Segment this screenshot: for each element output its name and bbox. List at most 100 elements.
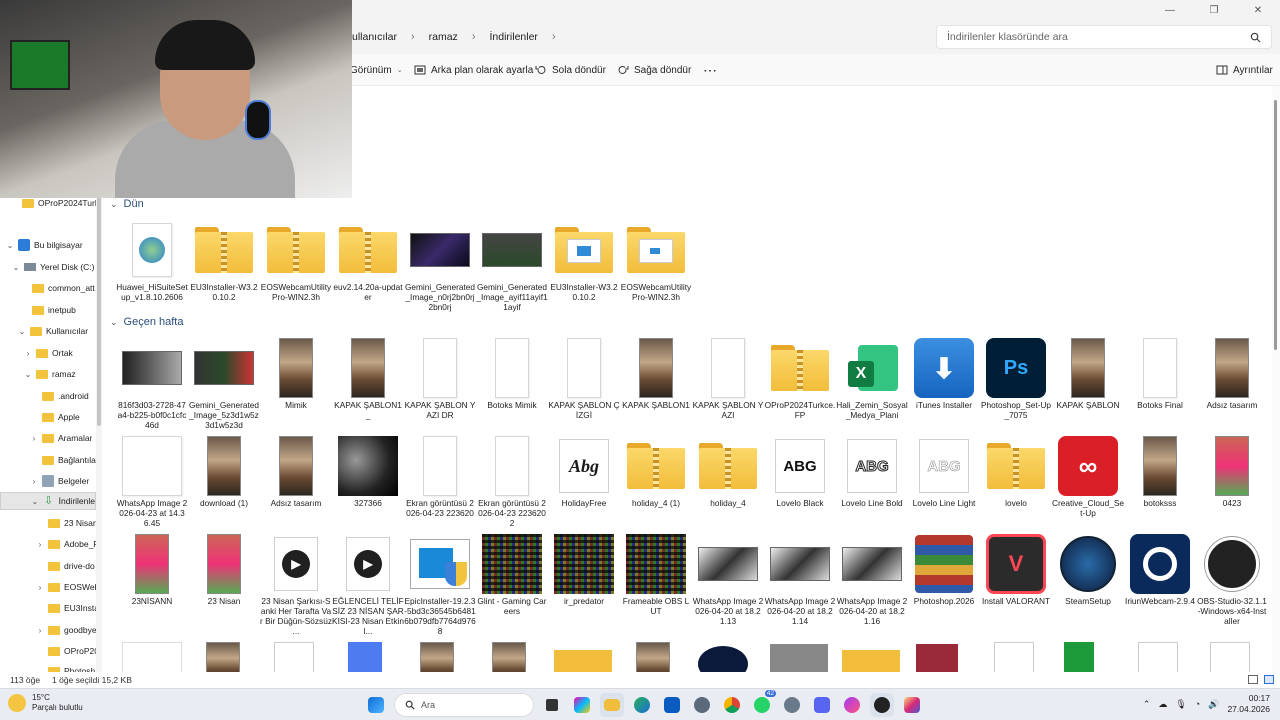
sidebar-item-23-nisan[interactable]: 23 Nisan [48,514,98,532]
file-item[interactable]: Gemini_Generated_Image_ayif11ayif11ayif [476,216,548,312]
sidebar-item-android[interactable]: .android [42,387,89,405]
file-item[interactable]: Botoks Final [1124,334,1196,430]
file-item[interactable]: WhatsApp Image 2026-04-20 at 18.21.13 [692,530,764,626]
file-item[interactable]: KAPAK ŞABLON ÇİZGİ [548,334,620,430]
sidebar-item-eosweb[interactable]: › EOSWeb [36,578,100,596]
close-button[interactable]: ✕ [1236,0,1280,20]
copilot-button[interactable] [570,693,594,717]
file-item[interactable]: Frameable OBS LUT [620,530,692,626]
clock[interactable]: 00:17 27.04.2026 [1227,693,1270,715]
rotate-right-button[interactable]: Sağa döndür [617,54,691,86]
large-icons-view-icon[interactable] [1264,675,1274,684]
sidebar-item-ortak[interactable]: › Ortak [24,344,73,362]
file-item[interactable]: ∞ Creative_Cloud_Set-Up [1052,432,1124,528]
breadcrumb-ramaz[interactable]: ramaz [429,31,458,43]
edge-button[interactable] [630,693,654,717]
obs-button[interactable] [870,693,894,717]
chrome-button[interactable] [720,693,744,717]
file-item[interactable]: KAPAK ŞABLON [1052,334,1124,430]
sidebar-item-this-pc[interactable]: ⌄ Bu bilgisayar [6,236,83,254]
file-item[interactable]: holiday_4 (1) [620,432,692,528]
sidebar-item-oprop20[interactable]: OProP20 [48,642,99,660]
cloud-icon[interactable]: ☁ [1158,699,1167,710]
file-item[interactable]: lovelo [980,432,1052,528]
file-item[interactable]: 0423 [1196,432,1268,528]
file-item[interactable]: KAPAK ŞABLON YAZI DR [404,334,476,430]
microphone-icon[interactable]: 🎙 [1175,699,1186,710]
weather-widget[interactable]: 15°C Parçalı bulutlu [8,693,83,713]
sidebar-item-goodbye[interactable]: › goodbye [36,621,97,639]
file-item[interactable]: KAPAK ŞABLON1_ [332,334,404,430]
details-view-icon[interactable] [1248,675,1258,684]
file-item[interactable]: Ps Photoshop_Set-Up_7075 [980,334,1052,430]
taskbar-search[interactable]: Ara [394,693,534,717]
file-item[interactable]: V Install VALORANT [980,530,1052,626]
file-item[interactable]: ⬇ iTunes Installer [908,334,980,430]
file-item[interactable]: Huawei_HiSuiteSetup_v1.8.10.2606 [116,216,188,312]
file-item[interactable]: EU3Installer-W3.20.10.2 [188,216,260,312]
file-item[interactable]: ABG Lovelo Line Light [908,432,980,528]
more-options-button[interactable]: ⋯ [703,54,717,86]
search-input[interactable]: İndirilenler klasöründe ara [936,25,1272,49]
instagram-button[interactable] [900,693,924,717]
set-wallpaper-button[interactable]: Arka plan olarak ayarla [414,54,533,86]
app-button[interactable] [780,693,804,717]
volume-icon[interactable]: 🔊 [1208,699,1219,710]
file-item[interactable]: WhatsApp Image 2026-04-20 at 18.21.16 [836,530,908,626]
sidebar-item-ramaz[interactable]: ⌄ ramaz [24,365,76,383]
messenger-button[interactable] [840,693,864,717]
file-item[interactable]: ABG Lovelo Line Bold [836,432,908,528]
file-item[interactable]: EOSWebcamUtilityPro-WIN2.3h [260,216,332,312]
sidebar-item-documents[interactable]: › Belgeler [30,472,89,490]
file-item[interactable]: IriunWebcam-2.9.4 [1124,530,1196,626]
file-item[interactable]: euv2.14.20a-updater [332,216,404,312]
file-item[interactable]: ir_predator [548,530,620,626]
task-view-button[interactable] [540,693,564,717]
sidebar-item-inetpub[interactable]: inetpub [32,301,76,319]
file-item[interactable]: KAPAK ŞABLON1 [620,334,692,430]
view-button[interactable]: Görünüm ⌄ [350,54,403,86]
file-item[interactable]: EpicInstaller-19.2.3-5bd3c36545b64816b07… [404,530,476,636]
file-item[interactable]: download (1) [188,432,260,528]
sidebar-item-links[interactable]: Bağlantıla [42,451,96,469]
breadcrumb-users[interactable]: ullanıcılar [352,31,397,43]
start-button[interactable] [364,693,388,717]
maximize-button[interactable]: ❐ [1192,0,1236,20]
file-item[interactable]: EOSWebcamUtilityPro-WIN2.3h [620,216,692,312]
group-header-yesterday[interactable]: ⌄ Dün [110,198,144,210]
file-item[interactable]: KAPAK ŞABLON YAZI [692,334,764,430]
file-explorer-button[interactable] [600,693,624,717]
sidebar-item-searches[interactable]: › Aramalar [30,429,93,447]
wifi-icon[interactable]: ◔ [1195,699,1200,709]
file-item[interactable]: Photoshop.2026 [908,530,980,626]
file-item[interactable]: ABG Lovelo Black [764,432,836,528]
breadcrumb-downloads[interactable]: İndirilenler [489,31,537,43]
content-scroll-thumb[interactable] [1274,100,1277,350]
minimize-button[interactable]: — [1148,0,1192,20]
file-item[interactable]: WhatsApp Image 2026-04-20 at 18.21.14 [764,530,836,626]
sidebar-item-apple[interactable]: Apple [42,408,80,426]
file-item[interactable]: Adsız tasarım [260,432,332,528]
sidebar-item-eu3[interactable]: EU3Insta [48,599,99,617]
file-item[interactable]: Botoks Mimik [476,334,548,430]
file-item[interactable]: 23 Nisan [188,530,260,626]
file-item[interactable]: holiday_4 [692,432,764,528]
file-item[interactable]: botoksss [1124,432,1196,528]
file-item[interactable]: SteamSetup [1052,530,1124,626]
settings-button[interactable] [690,693,714,717]
file-item[interactable]: 816f3d03-2728-47a4-b225-b0f0c1cfc46d [116,334,188,430]
file-item[interactable]: X Hali_Zemin_Sosyal_Medya_Plani [836,334,908,430]
file-item[interactable]: Glint - Gaming Careers [476,530,548,626]
whatsapp-button[interactable]: 42 [750,690,776,717]
outlook-button[interactable] [660,693,684,717]
rotate-left-button[interactable]: Sola döndür [535,54,606,86]
file-item[interactable]: Abg HolidayFree [548,432,620,528]
sidebar-item-local-disk[interactable]: ⌄ Yerel Disk (C:) [12,258,95,276]
sidebar-item-adobe[interactable]: › Adobe_F [36,535,99,553]
file-item[interactable]: 23NİSANN [116,530,188,626]
content-scrollbar[interactable] [1272,86,1280,686]
file-item[interactable]: EU3Installer-W3.20.10.2 [548,216,620,312]
sidebar-item-drive[interactable]: drive-do [48,557,95,575]
file-item[interactable]: WhatsApp Image 2026-04-23 at 14.36.45 [116,432,188,528]
file-item[interactable]: OProP2024Turkce.FP [764,334,836,430]
